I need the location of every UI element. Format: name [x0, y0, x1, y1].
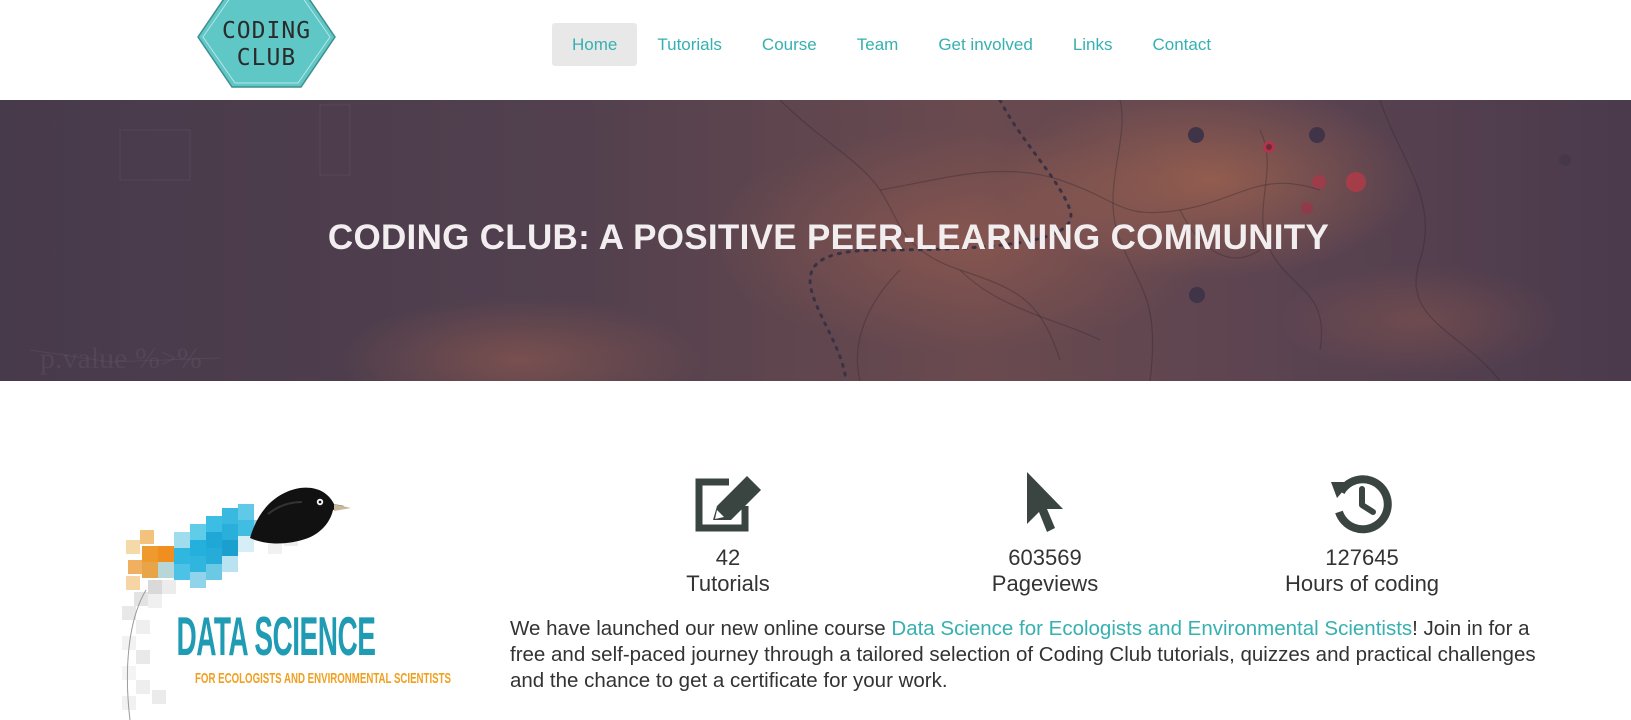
- logo-line-2: CLUB: [236, 45, 297, 71]
- nav-contact[interactable]: Contact: [1133, 23, 1232, 66]
- data-science-course-logo[interactable]: DATA SCIENCE FOR ECOLOGISTS AND ENVIRONM…: [118, 480, 466, 720]
- nav-tutorials[interactable]: Tutorials: [637, 23, 742, 66]
- stat-label: Pageviews: [991, 571, 1099, 596]
- stat-number: 127645: [1325, 545, 1399, 570]
- nav-home[interactable]: Home: [552, 23, 638, 66]
- course-logo-subtitle: FOR ECOLOGISTS AND ENVIRONMENTAL SCIENTI…: [195, 670, 451, 687]
- stat-label: Tutorials: [686, 571, 770, 596]
- stat-pageviews: 603569 Pageviews: [935, 472, 1155, 597]
- main-nav: Home Tutorials Course Team Get involved …: [552, 23, 1231, 66]
- course-link[interactable]: Data Science for Ecologists and Environm…: [891, 617, 1412, 640]
- stat-tutorials: 42 Tutorials: [618, 472, 838, 597]
- nav-course[interactable]: Course: [742, 23, 837, 66]
- hero-title: CODING CLUB: A POSITIVE PEER-LEARNING CO…: [327, 218, 1330, 257]
- nav-links[interactable]: Links: [1053, 23, 1133, 66]
- svg-text:p.value %>%: p.value %>%: [40, 342, 202, 375]
- stat-number: 603569: [1008, 545, 1082, 570]
- logo-line-1: CODING: [221, 18, 312, 44]
- site-header: CODING CLUB Home Tutorials Course Team G…: [0, 0, 1631, 100]
- history-icon: [1252, 472, 1472, 538]
- stat-hours: 127645 Hours of coding: [1252, 472, 1472, 597]
- announcement-text-start: We have launched our new online course: [510, 617, 892, 640]
- bird-pixel-illustration: DATA SCIENCE FOR ECOLOGISTS AND ENVIRONM…: [122, 487, 451, 720]
- stat-number: 42: [715, 545, 741, 570]
- stat-label: Hours of coding: [1284, 571, 1440, 596]
- course-announcement: We have launched our new online course D…: [510, 616, 1550, 694]
- nav-team[interactable]: Team: [837, 23, 919, 66]
- cursor-pointer-icon: [935, 472, 1155, 538]
- hero-banner: p.value %>% CODING CLUB: A POSITIVE PEER…: [0, 100, 1631, 381]
- edit-icon: [618, 472, 838, 538]
- nav-get-involved[interactable]: Get involved: [918, 23, 1053, 66]
- course-logo-title: DATA SCIENCE: [177, 606, 376, 667]
- coding-club-logo[interactable]: CODING CLUB: [197, 0, 336, 88]
